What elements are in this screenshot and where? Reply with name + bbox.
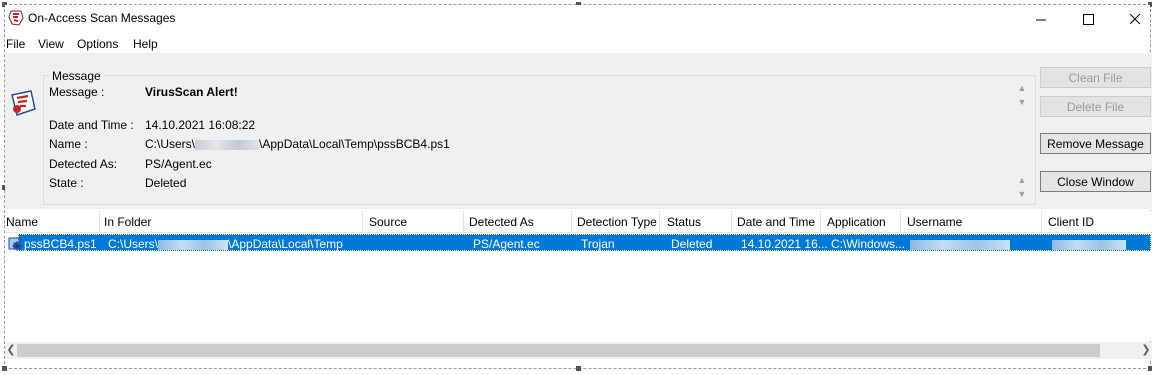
name-value: C:\Users\ \AppData\Local\Temp\pssBCB4.ps1 [145, 137, 450, 151]
virus-alert-icon [11, 90, 36, 116]
scroll-down-icon[interactable]: ▼ [1016, 97, 1028, 109]
column-separator[interactable] [463, 211, 464, 233]
close-icon [1129, 13, 1140, 24]
scroll-right-icon[interactable]: ❯ [1140, 343, 1152, 358]
row-name: pssBCB4.ps1 [24, 237, 97, 251]
column-separator[interactable] [820, 211, 821, 233]
column-separator[interactable] [659, 211, 660, 233]
column-separator[interactable] [900, 211, 901, 233]
resize-grip-bottom-right[interactable] [1148, 366, 1152, 371]
message-group-title: Message [49, 69, 104, 83]
redacted-username [158, 239, 229, 250]
date-time-label: Date and Time : [49, 118, 134, 132]
menu-help[interactable]: Help [133, 37, 158, 51]
maximize-icon [1082, 13, 1094, 25]
column-header-name[interactable]: Name [6, 215, 38, 229]
redacted-client-id [1052, 239, 1126, 250]
column-header-source[interactable]: Source [369, 215, 407, 229]
close-window-button[interactable]: Close Window [1040, 171, 1151, 192]
maximize-button[interactable] [1065, 5, 1111, 33]
state-value: Deleted [145, 176, 187, 190]
message-label: Message : [49, 85, 105, 99]
detected-as-label: Detected As: [49, 157, 118, 171]
clean-file-button[interactable]: Clean File [1040, 67, 1151, 88]
resize-grip-bottom[interactable] [576, 366, 581, 371]
mcafee-shield-icon [8, 10, 24, 26]
column-separator[interactable] [571, 211, 572, 233]
column-separator[interactable] [99, 211, 100, 233]
window-title: On-Access Scan Messages [28, 11, 176, 25]
virus-file-icon [8, 237, 22, 251]
message-details-panel: Message Message : VirusScan Alert! Date … [5, 53, 1152, 209]
message-value: VirusScan Alert! [145, 85, 238, 99]
resize-grip-bottom-left[interactable] [2, 366, 7, 371]
name-value-prefix: C:\Users\ [145, 137, 196, 151]
column-header-status[interactable]: Status [667, 215, 701, 229]
menu-options[interactable]: Options [77, 37, 118, 51]
menu-bar: File View Options Help [5, 35, 1150, 55]
list-header: Name In Folder Source Detected As Detect… [5, 211, 1152, 233]
minimize-icon [1035, 19, 1046, 20]
detected-as-value: PS/Agent.ec [145, 157, 212, 171]
app-window: On-Access Scan Messages File View Option… [2, 2, 1152, 371]
column-separator[interactable] [362, 211, 363, 233]
scroll-down-icon-lower[interactable]: ▼ [1016, 189, 1028, 201]
date-time-value: 14.10.2021 16:08:22 [145, 118, 256, 132]
delete-file-button[interactable]: Delete File [1040, 96, 1151, 117]
row-in-folder-prefix: C:\Users\ [108, 237, 159, 251]
menu-file[interactable]: File [6, 37, 25, 51]
scrollbar-thumb[interactable] [17, 344, 1100, 357]
row-detection-type: Trojan [581, 237, 615, 251]
table-row[interactable]: pssBCB4.ps1 C:\Users\ \AppData\Local\Temp… [8, 234, 1151, 251]
horizontal-scrollbar[interactable]: ❮ ❯ [5, 342, 1152, 359]
minimize-button[interactable] [1018, 5, 1064, 33]
scroll-up-icon-lower[interactable]: ▲ [1016, 175, 1028, 187]
redacted-username [910, 239, 1010, 250]
redacted-username [195, 139, 260, 150]
column-header-username[interactable]: Username [907, 215, 962, 229]
scan-messages-list[interactable]: Name In Folder Source Detected As Detect… [5, 211, 1152, 341]
column-header-client-id[interactable]: Client ID [1048, 215, 1094, 229]
close-button[interactable] [1112, 5, 1152, 33]
name-value-suffix: \AppData\Local\Temp\pssBCB4.ps1 [259, 137, 450, 151]
row-client-id [1052, 237, 1126, 251]
row-application: C:\Windows... [831, 237, 906, 251]
scroll-up-icon[interactable]: ▲ [1016, 83, 1028, 95]
column-header-date-time[interactable]: Date and Time [737, 215, 815, 229]
title-bar[interactable]: On-Access Scan Messages [5, 5, 1150, 33]
column-header-detected-as[interactable]: Detected As [469, 215, 534, 229]
remove-message-button[interactable]: Remove Message [1040, 133, 1151, 154]
row-detected-as: PS/Agent.ec [473, 237, 540, 251]
name-label: Name : [49, 137, 88, 151]
row-date-time: 14.10.2021 16... [741, 237, 828, 251]
column-header-in-folder[interactable]: In Folder [104, 215, 151, 229]
menu-view[interactable]: View [38, 37, 64, 51]
row-username [910, 237, 1010, 251]
row-in-folder-suffix: \AppData\Local\Temp [228, 237, 343, 251]
row-status: Deleted [671, 237, 713, 251]
scroll-left-icon[interactable]: ❮ [5, 343, 17, 358]
row-in-folder: C:\Users\ \AppData\Local\Temp [108, 237, 343, 251]
column-separator[interactable] [731, 211, 732, 233]
column-header-application[interactable]: Application [827, 215, 886, 229]
state-label: State : [49, 176, 84, 190]
column-separator[interactable] [1041, 211, 1042, 233]
column-header-detection-type[interactable]: Detection Type [577, 215, 657, 229]
